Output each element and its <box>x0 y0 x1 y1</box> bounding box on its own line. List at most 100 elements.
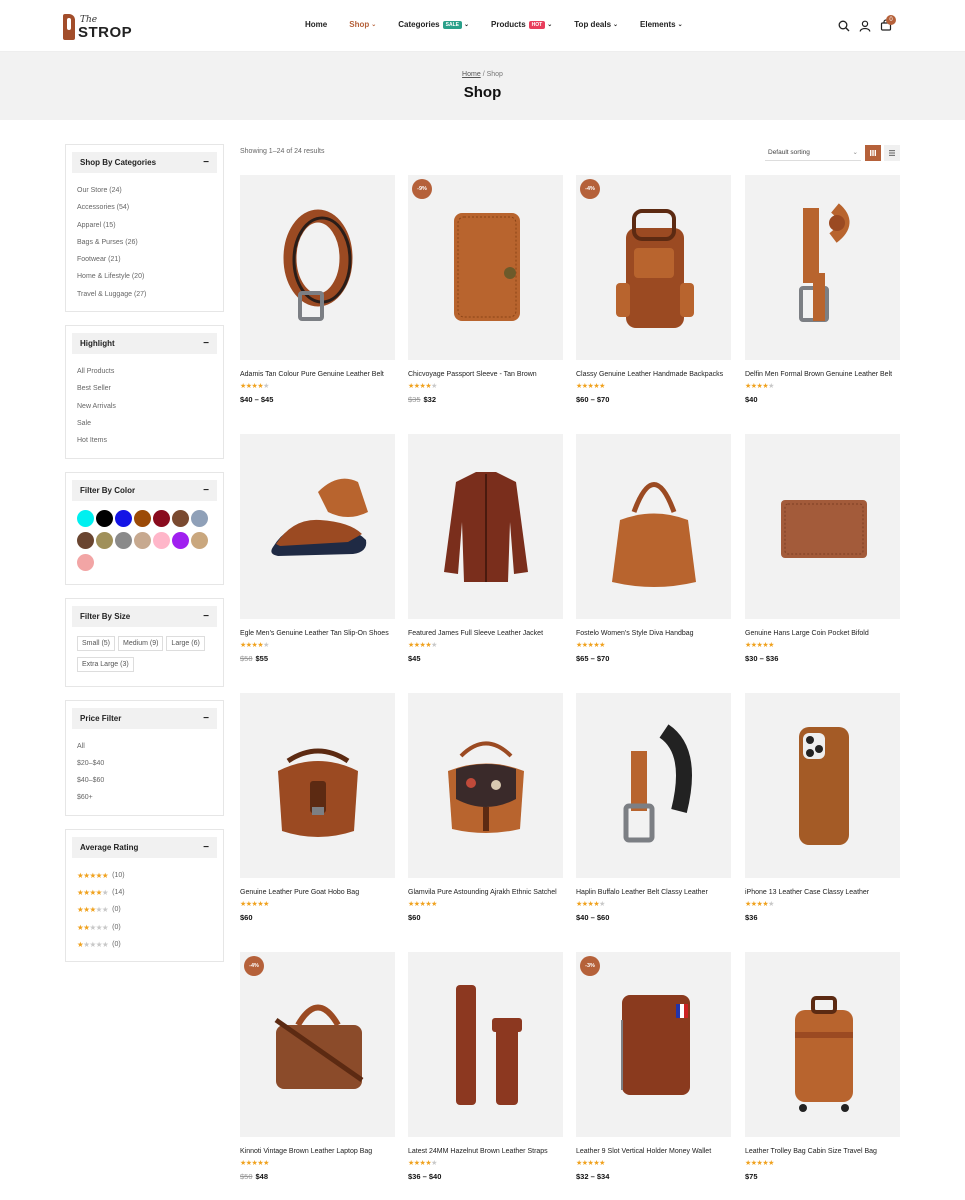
category-link[interactable]: Accessories (54) <box>77 199 217 216</box>
product-card[interactable]: Genuine Hans Large Coin Pocket Bifold ★★★… <box>745 434 900 663</box>
product-image[interactable]: -4% <box>240 952 395 1137</box>
color-swatch[interactable] <box>96 509 113 527</box>
product-name-link[interactable]: Genuine Leather Pure Goat Hobo Bag <box>240 887 395 898</box>
product-name-link[interactable]: Leather Trolley Bag Cabin Size Travel Ba… <box>745 1146 900 1157</box>
product-name-link[interactable]: Egle Men's Genuine Leather Tan Slip-On S… <box>240 628 395 639</box>
product-image[interactable] <box>240 175 395 360</box>
product-name-link[interactable]: Genuine Hans Large Coin Pocket Bifold <box>745 628 900 639</box>
nav-item-categories[interactable]: Categories SALE ⌄ <box>398 20 469 29</box>
product-card[interactable]: Featured James Full Sleeve Leather Jacke… <box>408 434 563 663</box>
user-icon[interactable] <box>859 20 871 32</box>
color-swatch[interactable] <box>77 509 94 527</box>
product-name-link[interactable]: Kinnoti Vintage Brown Leather Laptop Bag <box>240 1146 395 1157</box>
color-swatch[interactable] <box>77 553 94 571</box>
product-name-link[interactable]: iPhone 13 Leather Case Classy Leather <box>745 887 900 898</box>
color-swatch[interactable] <box>115 531 132 549</box>
product-image[interactable] <box>408 952 563 1137</box>
rating-filter-option[interactable]: ★★★★★ (0) <box>77 936 217 953</box>
color-swatch[interactable] <box>134 531 151 549</box>
product-card[interactable]: Adamis Tan Colour Pure Genuine Leather B… <box>240 175 395 404</box>
highlight-link[interactable]: Best Seller <box>77 380 217 397</box>
collapse-icon[interactable]: − <box>203 842 209 853</box>
product-card[interactable]: iPhone 13 Leather Case Classy Leather ★★★… <box>745 693 900 922</box>
product-name-link[interactable]: Latest 24MM Hazelnut Brown Leather Strap… <box>408 1146 563 1157</box>
price-range-link[interactable]: $60+ <box>77 789 217 806</box>
product-card[interactable]: Genuine Leather Pure Goat Hobo Bag ★★★★★ $… <box>240 693 395 922</box>
category-link[interactable]: Travel & Luggage (27) <box>77 286 217 303</box>
product-card[interactable]: Egle Men's Genuine Leather Tan Slip-On S… <box>240 434 395 663</box>
product-image[interactable] <box>408 434 563 619</box>
category-link[interactable]: Home & Lifestyle (20) <box>77 268 217 285</box>
collapse-icon[interactable]: − <box>203 157 209 168</box>
product-name-link[interactable]: Haplin Buffalo Leather Belt Classy Leath… <box>576 887 731 898</box>
highlight-widget-header[interactable]: Highlight − <box>72 333 217 355</box>
color-swatch[interactable] <box>115 509 132 527</box>
price-range-link[interactable]: $20–$40 <box>77 755 217 772</box>
product-image[interactable] <box>240 693 395 878</box>
product-image[interactable]: -9% <box>408 175 563 360</box>
color-swatch[interactable] <box>96 531 113 549</box>
product-card[interactable]: Glamvila Pure Astounding Ajrakh Ethnic S… <box>408 693 563 922</box>
nav-item-top-deals[interactable]: Top deals ⌄ <box>574 20 618 29</box>
price-range-link[interactable]: $40–$60 <box>77 772 217 789</box>
highlight-link[interactable]: New Arrivals <box>77 398 217 415</box>
product-card[interactable]: -3% Leather 9 Slot Vertical Holder Money … <box>576 952 731 1181</box>
breadcrumb-home-link[interactable]: Home <box>462 71 481 78</box>
product-card[interactable]: -9% Chicvoyage Passport Sleeve - Tan Brow… <box>408 175 563 404</box>
product-card[interactable]: Haplin Buffalo Leather Belt Classy Leath… <box>576 693 731 922</box>
product-image[interactable]: -3% <box>576 952 731 1137</box>
nav-item-products[interactable]: Products HOT ⌄ <box>491 20 552 29</box>
rating-filter-header[interactable]: Average Rating − <box>72 836 217 858</box>
rating-filter-option[interactable]: ★★★★★ (14) <box>77 884 217 901</box>
category-link[interactable]: Apparel (15) <box>77 217 217 234</box>
product-image[interactable] <box>745 693 900 878</box>
product-card[interactable]: -4% Classy Genuine Leather Handmade Backp… <box>576 175 731 404</box>
category-link[interactable]: Bags & Purses (26) <box>77 234 217 251</box>
collapse-icon[interactable]: − <box>203 338 209 349</box>
color-swatch[interactable] <box>77 531 94 549</box>
product-name-link[interactable]: Chicvoyage Passport Sleeve - Tan Brown <box>408 369 563 380</box>
product-image[interactable] <box>576 434 731 619</box>
nav-item-home[interactable]: Home <box>305 20 327 29</box>
rating-filter-option[interactable]: ★★★★★ (0) <box>77 901 217 918</box>
size-filter-chip[interactable]: Large (6) <box>166 635 205 651</box>
product-image[interactable] <box>745 434 900 619</box>
product-name-link[interactable]: Leather 9 Slot Vertical Holder Money Wal… <box>576 1146 731 1157</box>
product-card[interactable]: Fostelo Women's Style Diva Handbag ★★★★★ $… <box>576 434 731 663</box>
color-swatch[interactable] <box>153 509 170 527</box>
size-filter-chip[interactable]: Small (5) <box>77 635 116 651</box>
product-image[interactable] <box>576 693 731 878</box>
color-swatch[interactable] <box>134 509 151 527</box>
product-image[interactable] <box>240 434 395 619</box>
price-range-link[interactable]: All <box>77 738 217 755</box>
category-link[interactable]: Footwear (21) <box>77 251 217 268</box>
color-swatch[interactable] <box>191 531 208 549</box>
sorting-select[interactable]: Default sorting ⌄ <box>765 144 861 161</box>
list-view-button[interactable] <box>884 145 900 161</box>
product-name-link[interactable]: Fostelo Women's Style Diva Handbag <box>576 628 731 639</box>
color-filter-header[interactable]: Filter By Color − <box>72 479 217 501</box>
product-name-link[interactable]: Delfin Men Formal Brown Genuine Leather … <box>745 369 900 380</box>
product-card[interactable]: Latest 24MM Hazelnut Brown Leather Strap… <box>408 952 563 1181</box>
rating-filter-option[interactable]: ★★★★★ (10) <box>77 867 217 884</box>
site-logo[interactable]: The STROP <box>63 12 132 40</box>
product-image[interactable] <box>408 693 563 878</box>
highlight-link[interactable]: Hot Items <box>77 432 217 449</box>
nav-item-elements[interactable]: Elements ⌄ <box>640 20 683 29</box>
color-swatch[interactable] <box>172 531 189 549</box>
nav-item-shop[interactable]: Shop ⌄ <box>349 20 376 29</box>
product-image[interactable] <box>745 175 900 360</box>
product-name-link[interactable]: Glamvila Pure Astounding Ajrakh Ethnic S… <box>408 887 563 898</box>
size-filter-header[interactable]: Filter By Size − <box>72 605 217 627</box>
product-image[interactable]: -4% <box>576 175 731 360</box>
cart-button[interactable]: 0 <box>880 15 901 33</box>
highlight-link[interactable]: Sale <box>77 415 217 432</box>
collapse-icon[interactable]: − <box>203 713 209 724</box>
highlight-link[interactable]: All Products <box>77 363 217 380</box>
rating-filter-option[interactable]: ★★★★★ (0) <box>77 919 217 936</box>
price-filter-header[interactable]: Price Filter − <box>72 707 217 729</box>
product-name-link[interactable]: Adamis Tan Colour Pure Genuine Leather B… <box>240 369 395 380</box>
product-name-link[interactable]: Classy Genuine Leather Handmade Backpack… <box>576 369 731 380</box>
product-image[interactable] <box>745 952 900 1137</box>
color-swatch[interactable] <box>153 531 170 549</box>
